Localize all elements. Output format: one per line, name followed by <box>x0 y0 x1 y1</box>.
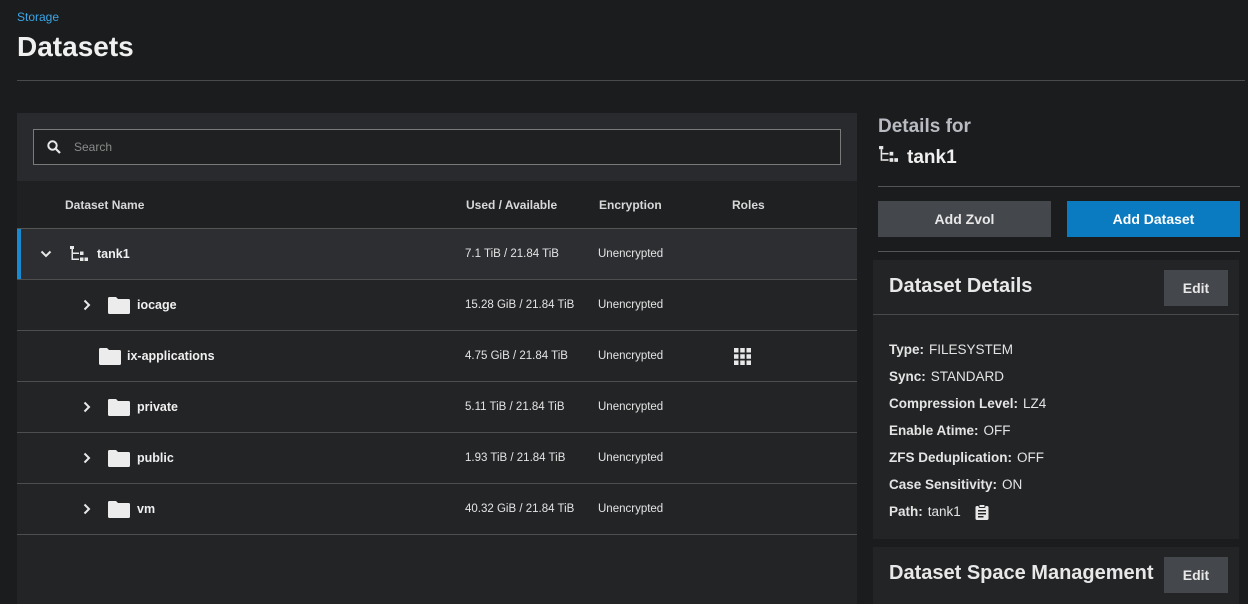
chevron-right-icon[interactable] <box>79 382 95 432</box>
dataset-rows: tank1 7.1 TiB / 21.84 TiB Unencrypted io… <box>17 229 857 535</box>
search-bar <box>17 113 857 181</box>
folder-icon <box>108 484 130 534</box>
dataset-name[interactable]: vm <box>137 484 155 534</box>
edit-button[interactable]: Edit <box>1164 557 1228 593</box>
property-row: Compression Level: LZ4 <box>889 390 1046 417</box>
edit-button[interactable]: Edit <box>1164 270 1228 306</box>
table-header: Dataset Name Used / Available Encryption… <box>17 181 857 229</box>
column-header-encryption[interactable]: Encryption <box>599 198 662 212</box>
used-available: 5.11 TiB / 21.84 TiB <box>465 401 565 413</box>
encryption-status: Unencrypted <box>598 248 664 260</box>
folder-icon <box>108 433 130 483</box>
search-input[interactable] <box>74 140 840 154</box>
property-value: tank1 <box>927 504 961 519</box>
property-value: OFF <box>983 423 1011 438</box>
table-row[interactable]: public 1.93 TiB / 21.84 TiB Unencrypted <box>17 433 857 484</box>
add-zvol-button[interactable]: Add Zvol <box>878 201 1051 237</box>
property-value: LZ4 <box>1023 396 1047 411</box>
property-row: Path: tank1 <box>889 498 1046 525</box>
card-header: Dataset Details Edit <box>873 260 1239 315</box>
encryption-status: Unencrypted <box>598 299 664 311</box>
column-header-roles[interactable]: Roles <box>732 198 765 212</box>
dataset-properties: Type: FILESYSTEM Sync: STANDARD Compressio… <box>889 336 1046 525</box>
encryption-status: Unencrypted <box>598 503 664 515</box>
card-header: Dataset Space Management Edit <box>873 547 1239 602</box>
dataset-name[interactable]: ix-applications <box>127 331 215 381</box>
property-key: Type: <box>889 342 925 357</box>
property-key: ZFS Deduplication: <box>889 450 1012 465</box>
property-key: Enable Atime: <box>889 423 979 438</box>
details-dataset-name: tank1 <box>878 146 957 170</box>
clipboard-icon[interactable] <box>975 503 989 520</box>
property-row: Sync: STANDARD <box>889 363 1046 390</box>
property-key: Path: <box>889 504 923 519</box>
dataset-name[interactable]: tank1 <box>97 229 130 279</box>
used-available: 1.93 TiB / 21.84 TiB <box>465 452 566 464</box>
search-icon <box>34 140 74 154</box>
dataset-name[interactable]: public <box>137 433 174 483</box>
property-value: FILESYSTEM <box>929 342 1014 357</box>
table-row[interactable]: private 5.11 TiB / 21.84 TiB Unencrypted <box>17 382 857 433</box>
dataset-tree-panel: Dataset Name Used / Available Encryption… <box>17 113 857 604</box>
column-header-name[interactable]: Dataset Name <box>65 198 144 212</box>
used-available: 40.32 GiB / 21.84 TiB <box>465 503 575 515</box>
property-row: Case Sensitivity: ON <box>889 471 1046 498</box>
chevron-right-icon[interactable] <box>79 280 95 330</box>
dataset-name[interactable]: private <box>137 382 178 432</box>
used-available: 15.28 GiB / 21.84 TiB <box>465 299 575 311</box>
encryption-status: Unencrypted <box>598 452 664 464</box>
dataset-space-management-card: Dataset Space Management Edit <box>873 547 1239 604</box>
header-divider <box>17 80 1245 81</box>
property-key: Compression Level: <box>889 396 1019 411</box>
table-row[interactable]: ix-applications 4.75 GiB / 21.84 TiB Une… <box>17 331 857 382</box>
folder-icon <box>99 331 121 381</box>
dataset-details-card: Dataset Details Edit Type: FILESYSTEM Syn… <box>873 260 1239 539</box>
details-heading: Details for <box>878 116 971 137</box>
used-available: 7.1 TiB / 21.84 TiB <box>465 248 559 260</box>
used-available: 4.75 GiB / 21.84 TiB <box>465 350 568 362</box>
table-row[interactable]: iocage 15.28 GiB / 21.84 TiB Unencrypted <box>17 280 857 331</box>
add-dataset-button[interactable]: Add Dataset <box>1067 201 1240 237</box>
folder-icon <box>108 382 130 432</box>
property-row: ZFS Deduplication: OFF <box>889 444 1046 471</box>
property-value: ON <box>1002 477 1023 492</box>
divider <box>878 186 1240 187</box>
encryption-status: Unencrypted <box>598 401 664 413</box>
property-row: Enable Atime: OFF <box>889 417 1046 444</box>
breadcrumb[interactable]: Storage <box>17 10 59 24</box>
property-value: OFF <box>1017 450 1044 465</box>
property-value: STANDARD <box>930 369 1005 384</box>
encryption-status: Unencrypted <box>598 350 664 362</box>
property-key: Sync: <box>889 369 926 384</box>
page-title: Datasets <box>17 31 134 62</box>
chevron-right-icon[interactable] <box>79 433 95 483</box>
divider <box>878 251 1240 252</box>
table-row[interactable]: tank1 7.1 TiB / 21.84 TiB Unencrypted <box>17 229 857 280</box>
pool-tree-icon <box>69 229 88 279</box>
card-title: Dataset Space Management <box>889 562 1154 584</box>
card-title: Dataset Details <box>889 275 1033 297</box>
column-header-used[interactable]: Used / Available <box>466 198 557 212</box>
folder-icon <box>108 280 130 330</box>
chevron-right-icon[interactable] <box>79 484 95 534</box>
search-box[interactable] <box>33 129 841 165</box>
dataset-name[interactable]: iocage <box>137 280 177 330</box>
property-key: Case Sensitivity: <box>889 477 998 492</box>
details-name-label: tank1 <box>907 147 957 168</box>
pool-tree-icon <box>878 146 898 170</box>
property-row: Type: FILESYSTEM <box>889 336 1046 363</box>
chevron-down-icon[interactable] <box>38 229 54 279</box>
apps-grid-icon <box>734 331 751 381</box>
table-row[interactable]: vm 40.32 GiB / 21.84 TiB Unencrypted <box>17 484 857 535</box>
